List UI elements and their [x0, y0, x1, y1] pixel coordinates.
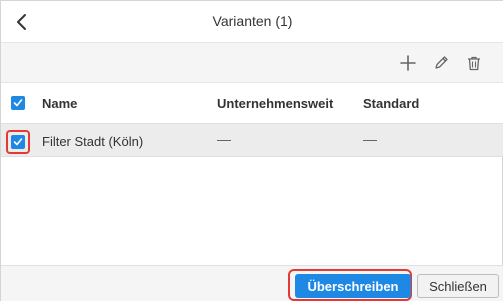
variants-dialog: Varianten (1) Name Unternehmensweit Stan… [0, 0, 503, 301]
table-header: Name Unternehmensweit Standard [1, 83, 503, 123]
column-header-name[interactable]: Name [42, 96, 77, 111]
column-header-standard[interactable]: Standard [363, 96, 419, 111]
select-all-checkbox[interactable] [11, 96, 25, 110]
checkmark-icon [13, 138, 23, 146]
row-unternehmensweit-empty [217, 140, 231, 141]
checkmark-icon [13, 99, 23, 107]
plus-icon [400, 55, 416, 71]
edit-variant-button[interactable] [430, 52, 452, 74]
dialog-footer: Überschreiben Schließen [1, 265, 503, 301]
trash-icon [468, 56, 480, 71]
row-name: Filter Stadt (Köln) [42, 134, 144, 149]
add-variant-button[interactable] [397, 52, 419, 74]
close-button[interactable]: Schließen [417, 274, 499, 298]
column-header-unternehmensweit[interactable]: Unternehmensweit [217, 96, 333, 111]
dialog-header: Varianten (1) [1, 1, 503, 43]
toolbar [1, 43, 503, 83]
row-checkbox[interactable] [11, 135, 25, 149]
table-row[interactable]: Filter Stadt (Köln) [1, 123, 503, 157]
dialog-title: Varianten (1) [212, 13, 293, 29]
row-standard-empty [363, 140, 377, 141]
pencil-icon [435, 56, 448, 69]
variants-table: Name Unternehmensweit Standard Filter St… [1, 83, 503, 157]
overwrite-button[interactable]: Überschreiben [295, 274, 411, 298]
delete-variant-button[interactable] [463, 52, 485, 74]
